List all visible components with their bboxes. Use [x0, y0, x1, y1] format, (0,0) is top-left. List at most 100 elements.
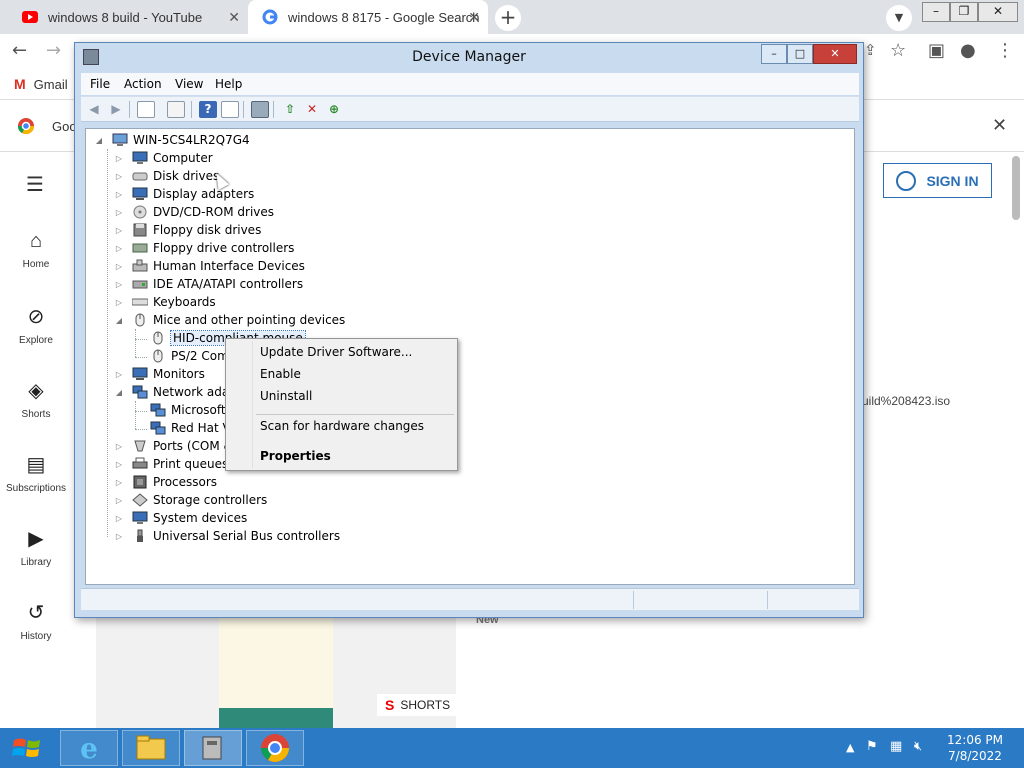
- collapse-arrow-icon[interactable]: ◢: [114, 316, 124, 325]
- menu-item-scan-hardware[interactable]: Scan for hardware changes: [260, 419, 424, 437]
- properties-icon[interactable]: [167, 101, 185, 118]
- nav-subscriptions[interactable]: ▤ Subscriptions: [0, 452, 72, 494]
- network-status-icon[interactable]: ▦: [890, 739, 902, 754]
- chrome-icon: [261, 734, 289, 762]
- tree-node-network-adapters[interactable]: ◢ Network adapt: [114, 383, 242, 401]
- sidepanel-icon[interactable]: ▣: [928, 40, 945, 61]
- new-tab-button[interactable]: +: [495, 5, 521, 31]
- tab-google-search[interactable]: windows 8 8175 - Google Search ✕: [248, 0, 488, 34]
- back-arrow-icon[interactable]: ◀: [85, 101, 103, 118]
- tree-node-display-adapters[interactable]: ▷ Display adapters: [114, 185, 254, 203]
- page-scrollbar[interactable]: [1012, 156, 1020, 220]
- tab-search-chevron-icon[interactable]: ▼: [886, 5, 912, 31]
- nav-history[interactable]: ↺ History: [0, 600, 72, 642]
- back-arrow-icon[interactable]: ←: [12, 40, 27, 61]
- menu-item-properties[interactable]: Properties: [260, 449, 331, 467]
- tree-node-ps2-mouse[interactable]: PS/2 Comp: [150, 347, 236, 365]
- taskbar-chrome[interactable]: [246, 730, 304, 766]
- update-driver-icon[interactable]: ⇧: [281, 101, 299, 118]
- expand-arrow-icon[interactable]: ▷: [114, 370, 124, 379]
- window-titlebar[interactable]: Device Manager – □ ✕: [75, 43, 863, 73]
- menu-item-update-driver[interactable]: Update Driver Software...: [260, 345, 412, 363]
- close-tab-icon[interactable]: ✕: [468, 9, 480, 26]
- expand-arrow-icon[interactable]: ▷: [114, 244, 124, 253]
- view-icon[interactable]: [221, 101, 239, 118]
- minimize-button[interactable]: –: [922, 2, 950, 22]
- taskbar-device-manager[interactable]: [184, 730, 242, 766]
- minimize-button[interactable]: –: [761, 44, 787, 64]
- sign-in-button[interactable]: SIGN IN: [883, 163, 992, 198]
- expand-arrow-icon[interactable]: ▷: [114, 154, 124, 163]
- tree-node-usb-controllers[interactable]: ▷ Universal Serial Bus controllers: [114, 527, 340, 545]
- show-hide-console-tree-icon[interactable]: [137, 101, 155, 118]
- expand-arrow-icon[interactable]: ▷: [114, 262, 124, 271]
- expand-arrow-icon[interactable]: ▷: [114, 496, 124, 505]
- more-menu-icon[interactable]: ⋮: [996, 40, 1014, 61]
- tree-node-mice[interactable]: ◢ Mice and other pointing devices: [114, 311, 345, 329]
- tree-node-dvd-cdrom[interactable]: ▷ DVD/CD-ROM drives: [114, 203, 274, 221]
- restore-button[interactable]: ❐: [950, 2, 978, 22]
- tree-node-ports[interactable]: ▷ Ports (COM &: [114, 437, 233, 455]
- menu-item-enable[interactable]: Enable: [260, 367, 301, 385]
- help-icon[interactable]: ?: [199, 101, 217, 118]
- volume-muted-icon[interactable]: 🔇︎: [914, 739, 922, 754]
- expand-arrow-icon[interactable]: ▷: [114, 532, 124, 541]
- infobar-close-icon[interactable]: ✕: [992, 115, 1007, 136]
- collapse-arrow-icon[interactable]: ◢: [94, 136, 104, 145]
- close-button[interactable]: ✕: [978, 2, 1018, 22]
- menu-view[interactable]: View: [175, 77, 203, 91]
- action-center-flag-icon[interactable]: ⚑: [866, 739, 878, 754]
- nav-shorts[interactable]: ◈ Shorts: [0, 378, 72, 420]
- taskbar-internet-explorer[interactable]: e: [60, 730, 118, 766]
- nav-home[interactable]: ⌂ Home: [0, 230, 72, 270]
- expand-arrow-icon[interactable]: ▷: [114, 478, 124, 487]
- tree-node-ide-ata-atapi[interactable]: ▷ IDE ATA/ATAPI controllers: [114, 275, 303, 293]
- maximize-button[interactable]: □: [787, 44, 813, 64]
- tree-node-floppy-disk-drives[interactable]: ▷ Floppy disk drives: [114, 221, 261, 239]
- hamburger-menu-icon[interactable]: ☰: [26, 172, 44, 196]
- forward-arrow-icon[interactable]: →: [46, 40, 61, 61]
- expand-arrow-icon[interactable]: ▷: [114, 298, 124, 307]
- menu-help[interactable]: Help: [215, 77, 242, 91]
- tree-node-computer[interactable]: ▷ Computer: [114, 149, 213, 167]
- menu-file[interactable]: File: [90, 77, 110, 91]
- expand-arrow-icon[interactable]: ▷: [114, 226, 124, 235]
- tree-node-monitors[interactable]: ▷ Monitors: [114, 365, 205, 383]
- share-icon[interactable]: ⇪: [864, 41, 877, 59]
- tree-node-print-queues[interactable]: ▷ Print queues: [114, 455, 228, 473]
- scan-hardware-icon[interactable]: [251, 101, 269, 118]
- nav-library[interactable]: ▶ Library: [0, 526, 72, 568]
- tree-node-storage-controllers[interactable]: ▷ Storage controllers: [114, 491, 267, 509]
- uninstall-icon[interactable]: ✕: [303, 101, 321, 118]
- close-tab-icon[interactable]: ✕: [228, 9, 240, 26]
- expand-arrow-icon[interactable]: ▷: [114, 280, 124, 289]
- tree-node-system-devices[interactable]: ▷ System devices: [114, 509, 247, 527]
- menu-item-uninstall[interactable]: Uninstall: [260, 389, 312, 407]
- tree-node-processors[interactable]: ▷ Processors: [114, 473, 217, 491]
- system-clock[interactable]: 12:06 PM 7/8/2022: [940, 732, 1010, 764]
- show-hidden-icons-icon[interactable]: ▲: [846, 741, 854, 754]
- taskbar-file-explorer[interactable]: [122, 730, 180, 766]
- windows-start-icon[interactable]: [10, 734, 44, 762]
- star-icon[interactable]: ☆: [890, 40, 906, 61]
- collapse-arrow-icon[interactable]: ◢: [114, 388, 124, 397]
- profile-icon[interactable]: ●: [960, 40, 976, 61]
- expand-arrow-icon[interactable]: ▷: [114, 460, 124, 469]
- tree-node-floppy-drive-controllers[interactable]: ▷ Floppy drive controllers: [114, 239, 295, 257]
- tree-node-keyboards[interactable]: ▷ Keyboards: [114, 293, 216, 311]
- expand-arrow-icon[interactable]: ▷: [114, 172, 124, 181]
- expand-arrow-icon[interactable]: ▷: [114, 514, 124, 523]
- expand-arrow-icon[interactable]: ▷: [114, 442, 124, 451]
- tree-node-human-interface-devices[interactable]: ▷ Human Interface Devices: [114, 257, 305, 275]
- forward-arrow-icon[interactable]: ▶: [107, 101, 125, 118]
- tree-root[interactable]: ◢ WIN-5CS4LR2Q7G4: [94, 131, 250, 149]
- tab-youtube[interactable]: windows 8 build - YouTube ✕: [8, 0, 248, 34]
- expand-arrow-icon[interactable]: ▷: [114, 190, 124, 199]
- nav-explore[interactable]: ⊘ Explore: [0, 304, 72, 346]
- bookmark-gmail[interactable]: M Gmail: [14, 76, 68, 92]
- expand-arrow-icon[interactable]: ▷: [114, 208, 124, 217]
- menu-action[interactable]: Action: [124, 77, 162, 91]
- tree-node-disk-drives[interactable]: ▷ Disk drives: [114, 167, 219, 185]
- close-button[interactable]: ✕: [813, 44, 857, 64]
- enable-device-icon[interactable]: ⊕: [325, 101, 343, 118]
